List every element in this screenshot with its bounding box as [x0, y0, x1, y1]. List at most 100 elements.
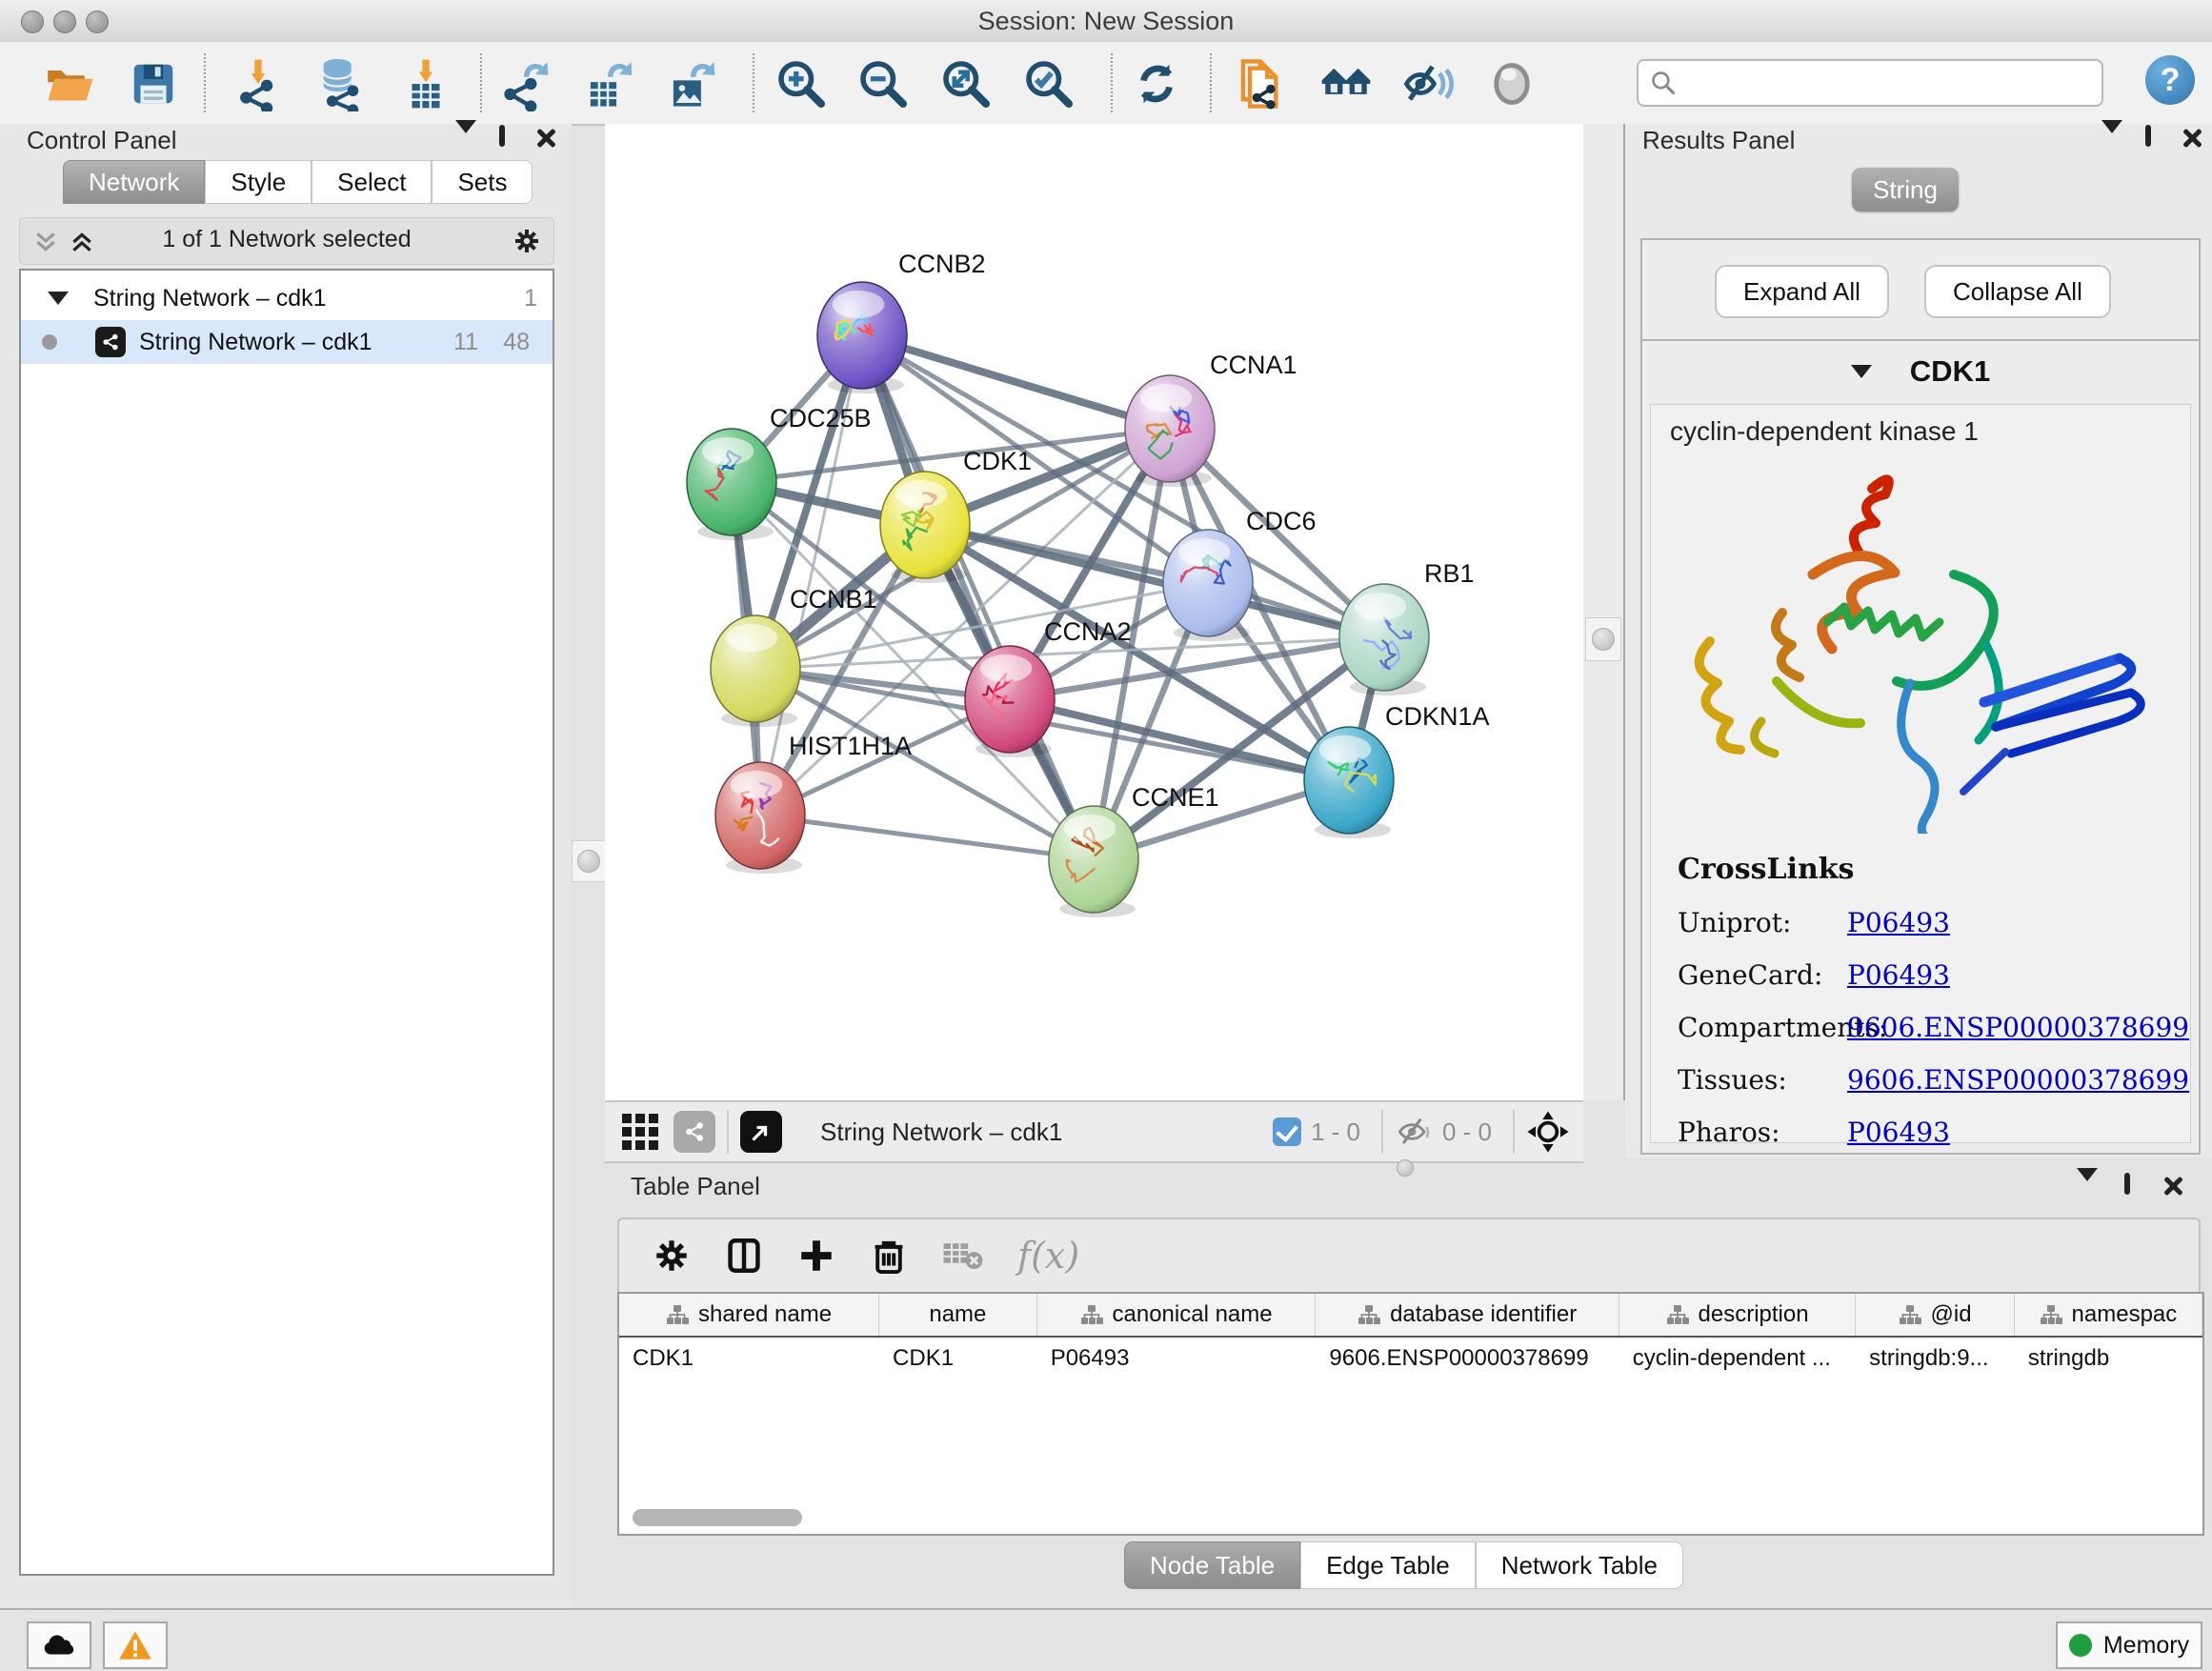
- new-network-document-icon: [1233, 56, 1288, 111]
- control-panel-maximize-button[interactable]: [499, 128, 505, 145]
- zoom-out-button[interactable]: [854, 54, 913, 113]
- network-overview-icon[interactable]: [674, 1111, 715, 1153]
- table-settings-gear-icon[interactable]: [652, 1236, 692, 1276]
- grid-view-icon[interactable]: [622, 1114, 658, 1150]
- help-button[interactable]: ?: [2145, 55, 2195, 105]
- crosslink-link[interactable]: P06493: [1847, 1117, 1950, 1148]
- export-image-button[interactable]: [661, 54, 720, 113]
- delete-column-icon[interactable]: [869, 1236, 909, 1276]
- node-HIST1H1A[interactable]: HIST1H1A: [715, 732, 912, 874]
- edge-CCNB2-CCNE1[interactable]: [862, 335, 1094, 859]
- edge-CDK1-RB1[interactable]: [925, 525, 1384, 637]
- collapse-gene-icon[interactable]: [1851, 365, 1872, 378]
- node-CDC6[interactable]: CDC6: [1163, 507, 1317, 641]
- save-floppy-icon: [128, 58, 179, 110]
- tab-network[interactable]: Network: [63, 160, 205, 204]
- cloud-button[interactable]: [27, 1621, 91, 1669]
- gene-header[interactable]: CDK1: [1642, 354, 2199, 389]
- gear-icon[interactable]: [512, 226, 542, 256]
- control-panel-tabs: NetworkStyleSelectSets: [63, 160, 533, 202]
- network-row[interactable]: String Network – cdk1 11 48: [21, 320, 553, 364]
- tab-style[interactable]: Style: [205, 160, 312, 204]
- import-network-from-database-button[interactable]: [310, 54, 369, 113]
- show-all-button[interactable]: [1482, 54, 1541, 113]
- selected-nodes-checkbox[interactable]: [1273, 1117, 1301, 1146]
- node-RB1[interactable]: RB1: [1339, 559, 1475, 695]
- table-cell[interactable]: stringdb:9...: [1856, 1345, 2015, 1372]
- memory-button[interactable]: Memory: [2056, 1621, 2202, 1669]
- node-CCNB2[interactable]: CCNB2: [817, 250, 986, 393]
- export-table-button[interactable]: [578, 54, 637, 113]
- zoom-selected-button[interactable]: [1019, 54, 1078, 113]
- column-header-name[interactable]: name: [879, 1294, 1037, 1336]
- two-houses-icon: [1318, 56, 1374, 111]
- column-header-namespac[interactable]: namespac: [2015, 1294, 2202, 1336]
- column-header-shared-name[interactable]: shared name: [619, 1294, 879, 1336]
- table-panel-float-button[interactable]: [2077, 1181, 2098, 1198]
- cloud-icon: [41, 1631, 77, 1660]
- node-label-CDC25B: CDC25B: [770, 404, 872, 433]
- control-panel-float-button[interactable]: [455, 133, 476, 151]
- tree-expand-icon[interactable]: [48, 292, 69, 305]
- crosslink-link[interactable]: 9606.ENSP00000378699: [1847, 1012, 2189, 1043]
- save-session-button[interactable]: [124, 54, 183, 113]
- table-cell[interactable]: stringdb: [2015, 1345, 2202, 1372]
- import-table-from-file-button[interactable]: [396, 54, 455, 113]
- tab-node-table[interactable]: Node Table: [1124, 1541, 1300, 1589]
- network-view-title: String Network – cdk1: [820, 1117, 1273, 1147]
- detach-view-icon[interactable]: [740, 1111, 782, 1153]
- table-row[interactable]: CDK1CDK1P064939606.ENSP00000378699cyclin…: [619, 1338, 2202, 1379]
- node-CCNE1[interactable]: CCNE1: [1049, 783, 1219, 917]
- table-cell[interactable]: cyclin-dependent ...: [1619, 1345, 1856, 1372]
- crosslink-label: GeneCard:: [1678, 959, 1847, 991]
- node-CDKN1A[interactable]: CDKN1A: [1304, 702, 1490, 838]
- collapse-all-button[interactable]: Collapse All: [1924, 265, 2111, 318]
- crosslink-link[interactable]: 9606.ENSP00000378699: [1847, 1064, 2189, 1096]
- search-input[interactable]: [1637, 59, 2103, 107]
- zoom-in-button[interactable]: [772, 54, 831, 113]
- warnings-button[interactable]: [103, 1621, 168, 1669]
- export-network-button[interactable]: [494, 54, 553, 113]
- tab-sets[interactable]: Sets: [432, 160, 533, 204]
- panel-splitter-handle[interactable]: [572, 840, 606, 882]
- network-collection-row[interactable]: String Network – cdk1 1: [21, 276, 553, 320]
- tab-network-table[interactable]: Network Table: [1476, 1541, 1683, 1589]
- table-cell[interactable]: CDK1: [879, 1345, 1037, 1372]
- tab-string[interactable]: String: [1852, 168, 1959, 211]
- toolbar-separator: [1210, 53, 1212, 112]
- table-cell[interactable]: 9606.ENSP00000378699: [1316, 1345, 1619, 1372]
- tab-select[interactable]: Select: [312, 160, 432, 204]
- tab-edge-table[interactable]: Edge Table: [1300, 1541, 1476, 1589]
- results-panel-maximize-button[interactable]: [2145, 128, 2151, 145]
- zoom-fit-button[interactable]: [936, 54, 995, 113]
- network-results-splitter[interactable]: [1583, 124, 1625, 1100]
- table-horizontal-scrollbar[interactable]: [633, 1509, 802, 1526]
- show-columns-icon[interactable]: [724, 1236, 764, 1276]
- table-cell[interactable]: P06493: [1037, 1345, 1317, 1372]
- new-network-from-selection-button[interactable]: [1231, 54, 1290, 113]
- table-cell[interactable]: CDK1: [619, 1345, 879, 1372]
- node-table[interactable]: shared namenamecanonical namedatabase id…: [617, 1292, 2204, 1536]
- results-panel-float-button[interactable]: [2101, 133, 2122, 151]
- edge-HIST1H1A-CCNE1[interactable]: [760, 815, 1094, 859]
- column-header-description[interactable]: description: [1619, 1294, 1856, 1336]
- expand-all-button[interactable]: Expand All: [1715, 265, 1889, 318]
- crosslink-row: Tissues:9606.ENSP00000378699: [1678, 1064, 2189, 1096]
- import-network-from-file-button[interactable]: [229, 54, 288, 113]
- column-header-canonical-name[interactable]: canonical name: [1037, 1294, 1317, 1336]
- table-panel-maximize-button[interactable]: [2124, 1176, 2130, 1193]
- column-header--id[interactable]: @id: [1856, 1294, 2015, 1336]
- crosslink-link[interactable]: P06493: [1847, 959, 1950, 991]
- edge-CCNB2-CCNA1[interactable]: [862, 335, 1170, 429]
- panel-splitter-handle[interactable]: [1585, 617, 1621, 661]
- hide-selected-button[interactable]: [1399, 54, 1458, 113]
- column-header-database-identifier[interactable]: database identifier: [1316, 1294, 1619, 1336]
- shared-column-icon: [1080, 1304, 1103, 1325]
- add-column-icon[interactable]: [796, 1236, 836, 1276]
- birds-eye-view-icon[interactable]: [1526, 1110, 1570, 1154]
- first-neighbors-button[interactable]: [1317, 54, 1376, 113]
- crosslink-link[interactable]: P06493: [1847, 907, 1950, 938]
- open-session-button[interactable]: [40, 54, 99, 113]
- refresh-button[interactable]: [1127, 54, 1186, 113]
- network-view-canvas[interactable]: CCNB2CCNA1CDC25BCDK1CDC6RB1CCNB1CCNA2CDK…: [605, 124, 1583, 1100]
